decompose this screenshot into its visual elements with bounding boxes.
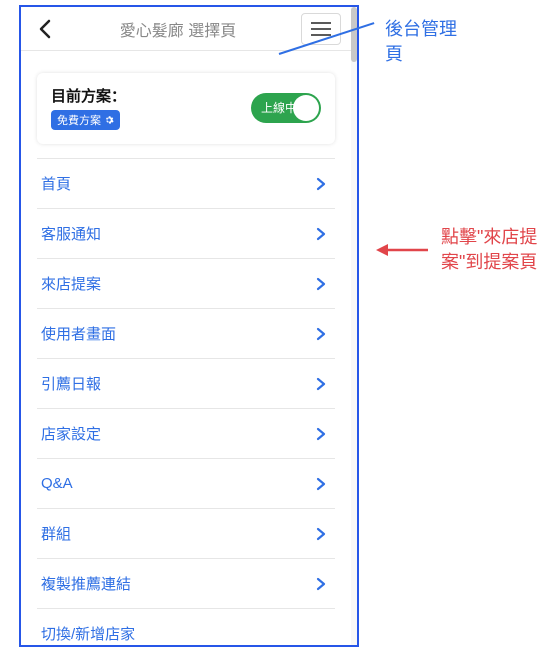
menu-label: 首頁 bbox=[41, 173, 71, 194]
chevron-right-icon bbox=[313, 276, 329, 292]
chevron-right-icon bbox=[313, 576, 329, 592]
chevron-right-icon bbox=[313, 176, 329, 192]
menu-item-switch[interactable]: 切換/新增店家 bbox=[37, 609, 335, 645]
menu-label: 引薦日報 bbox=[41, 373, 101, 394]
menu-label: 複製推薦連結 bbox=[41, 573, 131, 594]
menu-item-proposal[interactable]: 來店提案 bbox=[37, 259, 335, 309]
menu-label: 切換/新增店家 bbox=[41, 623, 135, 644]
chevron-right-icon bbox=[313, 526, 329, 542]
menu-item-notice[interactable]: 客服通知 bbox=[37, 209, 335, 259]
menu-label: 使用者畫面 bbox=[41, 323, 116, 344]
scrollbar[interactable] bbox=[351, 7, 357, 645]
menu-label: Q&A bbox=[41, 475, 73, 492]
menu-item-userview[interactable]: 使用者畫面 bbox=[37, 309, 335, 359]
gear-icon bbox=[104, 115, 114, 125]
menu-list: 首頁 客服通知 來店提案 使用者畫面 bbox=[37, 158, 335, 645]
menu-item-home[interactable]: 首頁 bbox=[37, 159, 335, 209]
chevron-right-icon bbox=[313, 376, 329, 392]
menu-label: 群組 bbox=[41, 523, 71, 544]
annotation-text-top: 後台管理頁 bbox=[385, 17, 465, 67]
toggle-knob bbox=[293, 95, 319, 121]
content: 愛心髮廊 選擇頁 目前方案： 免費方案 上線中 bbox=[21, 7, 351, 645]
online-toggle[interactable]: 上線中 bbox=[251, 93, 321, 123]
chevron-right-icon bbox=[313, 226, 329, 242]
menu-item-copylink[interactable]: 複製推薦連結 bbox=[37, 559, 335, 609]
scrollbar-thumb[interactable] bbox=[351, 7, 357, 62]
menu-label: 客服通知 bbox=[41, 223, 101, 244]
menu-item-group[interactable]: 群組 bbox=[37, 509, 335, 559]
chevron-right-icon bbox=[313, 326, 329, 342]
chevron-right-icon bbox=[313, 476, 329, 492]
status-title: 目前方案： bbox=[51, 85, 126, 106]
page-title: 愛心髮廊 選擇頁 bbox=[55, 17, 301, 41]
plan-badge-label: 免費方案 bbox=[57, 112, 101, 128]
status-info: 目前方案： 免費方案 bbox=[51, 85, 126, 130]
menu-label: 店家設定 bbox=[41, 423, 101, 444]
menu-item-settings[interactable]: 店家設定 bbox=[37, 409, 335, 459]
annotation-text-mid: 點擊"來店提案"到提案頁 bbox=[441, 225, 541, 275]
phone-frame: 愛心髮廊 選擇頁 目前方案： 免費方案 上線中 bbox=[19, 5, 359, 647]
menu-item-daily[interactable]: 引薦日報 bbox=[37, 359, 335, 409]
toggle-label: 上線中 bbox=[261, 99, 297, 116]
plan-badge[interactable]: 免費方案 bbox=[51, 110, 120, 130]
chevron-right-icon bbox=[313, 426, 329, 442]
menu-label: 來店提案 bbox=[41, 273, 101, 294]
annotation-arrow-icon bbox=[376, 241, 428, 259]
menu-item-qa[interactable]: Q&A bbox=[37, 459, 335, 509]
status-card: 目前方案： 免費方案 上線中 bbox=[37, 73, 335, 144]
